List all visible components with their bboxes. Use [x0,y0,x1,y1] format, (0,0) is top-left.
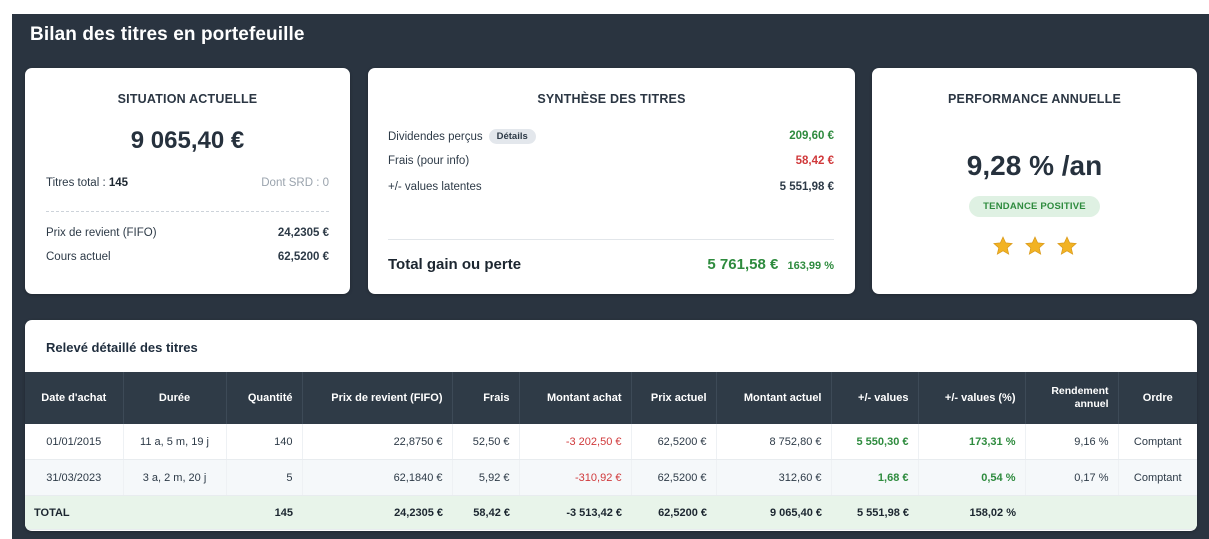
cell-values-pct: 173,31 % [918,424,1026,460]
releve-table: Date d'achat Durée Quantité Prix de revi… [25,372,1197,530]
cell-montant-achat: -310,92 € [519,459,632,496]
portfolio-amount: 9 065,40 € [130,127,245,154]
srd-info: Dont SRD : 0 [261,177,329,189]
rating-stars [872,235,1197,257]
synthese-card: SYNTHÈSE DES TITRES Dividendes perçus Dét… [368,68,855,294]
trend-badge: TENDANCE POSITIVE [969,196,1100,217]
situation-card: SITUATION ACTUELLE 9 065,40 € Titres tot… [25,68,350,294]
frais-label: Frais (pour info) [388,155,470,167]
details-button[interactable]: Détails [488,129,536,144]
cell-frais: 52,50 € [452,424,520,460]
column-header[interactable]: Ordre [1118,372,1197,424]
column-header[interactable]: Date d'achat [25,372,124,424]
cell-rendement: 9,16 % [1025,424,1119,460]
cell-quantite: 140 [226,424,303,460]
star-icon [1056,235,1078,257]
situation-title: SITUATION ACTUELLE [117,92,258,106]
cell-prix-actuel: 62,5200 € [631,424,717,460]
cell-duree: 3 a, 2 m, 20 j [123,459,227,496]
titres-total-label: Titres total : [46,177,109,189]
total-label: TOTAL [25,495,123,530]
frais-value: 58,42 € [795,155,834,167]
cell-prix-actuel: 62,5200 € [631,459,717,496]
table-row[interactable]: 31/03/2023 3 a, 2 m, 20 j 5 62,1840 € 5,… [25,459,1197,496]
total-frais: 58,42 € [452,495,519,530]
column-header[interactable]: Montant actuel [716,372,832,424]
cell-ordre: Comptant [1118,424,1197,460]
titres-total-value: 145 [108,177,129,189]
total-gain-value: 5 761,58 € [707,256,779,273]
cell-date: 01/01/2015 [25,424,124,460]
cell-duree: 11 a, 5 m, 19 j [123,424,227,460]
cell-date: 31/03/2023 [25,459,124,496]
dividendes-label: Dividendes perçus [388,131,483,143]
total-prix-revient: 24,2305 € [302,495,452,530]
cell-prix-revient: 62,1840 € [302,459,453,496]
table-header-row: Date d'achat Durée Quantité Prix de revi… [25,372,1197,424]
dividendes-row: Dividendes perçus Détails [388,129,536,144]
titres-total: Titres total : 145 [46,177,128,189]
column-header[interactable]: Montant achat [519,372,632,424]
cell-values: 5 550,30 € [831,424,919,460]
cell-ordre: Comptant [1118,459,1197,496]
cours-actuel-value: 62,5200 € [277,251,329,263]
column-header[interactable]: +/- values (%) [918,372,1026,424]
column-header[interactable]: +/- values [831,372,919,424]
column-header[interactable]: Rendement annuel [1025,372,1119,424]
cell-rendement: 0,17 % [1025,459,1119,496]
total-ordre [1118,495,1197,530]
cell-montant-achat: -3 202,50 € [519,424,632,460]
synthese-title: SYNTHÈSE DES TITRES [537,92,686,106]
cell-montant-actuel: 312,60 € [716,459,832,496]
cell-prix-revient: 22,8750 € [302,424,453,460]
cell-values-pct: 0,54 % [918,459,1026,496]
total-montant-achat: -3 513,42 € [519,495,631,530]
separator [46,211,329,212]
performance-value: 9,28 % /an [966,150,1103,181]
dividendes-value: 209,60 € [789,130,834,142]
column-header[interactable]: Prix de revient (FIFO) [302,372,453,424]
performance-title: PERFORMANCE ANNUELLE [948,92,1121,106]
cell-values: 1,68 € [831,459,919,496]
cell-quantite: 5 [226,459,303,496]
total-prix-actuel: 62,5200 € [631,495,716,530]
values-latentes-label: +/- values latentes [388,181,482,193]
column-header[interactable]: Quantité [226,372,303,424]
total-montant-actuel: 9 065,40 € [716,495,831,530]
total-values-pct: 158,02 % [918,495,1025,530]
column-header[interactable]: Durée [123,372,227,424]
values-latentes-value: 5 551,98 € [779,181,834,193]
total-quantite: 145 [226,495,302,530]
total-gain-percent: 163,99 % [787,260,834,272]
prix-revient-value: 24,2305 € [277,227,329,239]
table-row[interactable]: 01/01/2015 11 a, 5 m, 19 j 140 22,8750 €… [25,424,1197,460]
total-duree [123,495,226,530]
star-icon [1024,235,1046,257]
cell-frais: 5,92 € [452,459,520,496]
performance-card: PERFORMANCE ANNUELLE 9,28 % /an TENDANCE… [872,68,1197,294]
releve-title: Relevé détaillé des titres [46,340,198,355]
page-title: Bilan des titres en portefeuille [30,24,305,45]
table-total-row: TOTAL 145 24,2305 € 58,42 € -3 513,42 € … [25,495,1197,530]
total-gain-values: 5 761,58 € 163,99 % [707,256,834,273]
releve-card: Relevé détaillé des titres Date d'achat … [25,320,1197,531]
total-values: 5 551,98 € [831,495,918,530]
separator [388,239,834,240]
cell-montant-actuel: 8 752,80 € [716,424,832,460]
total-gain-label: Total gain ou perte [388,256,522,273]
column-header[interactable]: Prix actuel [631,372,717,424]
cours-actuel-label: Cours actuel [46,251,111,263]
total-rendement [1025,495,1118,530]
column-header[interactable]: Frais [452,372,520,424]
prix-revient-label: Prix de revient (FIFO) [46,227,157,239]
star-icon [992,235,1014,257]
